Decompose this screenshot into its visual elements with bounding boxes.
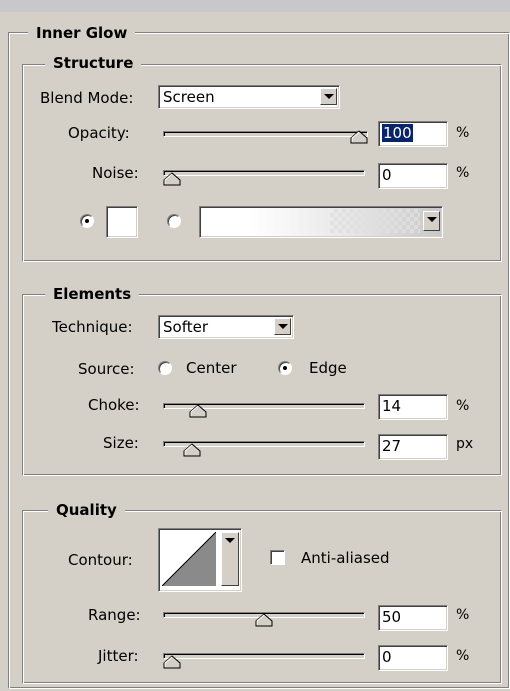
size-input[interactable]: 27 [378,434,448,460]
solid-color-radio[interactable] [80,214,94,228]
noise-slider-thumb[interactable] [163,172,181,186]
blend-mode-value: Screen [163,88,215,106]
opacity-input[interactable]: 100 [378,121,448,147]
source-edge-label[interactable]: Edge [309,359,347,377]
technique-label: Technique: [52,318,133,336]
opacity-unit: % [456,125,470,141]
jitter-slider-thumb[interactable] [163,655,181,669]
opacity-slider[interactable] [163,131,368,137]
size-unit: px [456,436,474,452]
gradient-radio[interactable] [167,214,181,228]
noise-input[interactable]: 0 [378,163,448,189]
jitter-label: Jitter: [98,647,139,665]
contour-picker[interactable] [158,528,242,592]
opacity-slider-thumb[interactable] [350,130,368,144]
blend-mode-select[interactable]: Screen [158,85,340,109]
window-top-edge [0,0,510,12]
source-center-radio[interactable] [158,361,172,375]
glow-color-swatch[interactable] [106,206,138,238]
range-value: 50 [382,608,402,626]
chevron-down-icon[interactable] [320,88,337,105]
choke-unit: % [456,398,470,414]
structure-title: Structure [45,54,142,72]
blend-mode-label: Blend Mode: [40,89,134,107]
anti-aliased-checkbox[interactable] [270,550,285,565]
opacity-label: Opacity: [68,124,130,142]
choke-value: 14 [382,397,402,415]
jitter-slider[interactable] [163,653,365,659]
chevron-down-icon[interactable] [423,211,440,231]
source-label: Source: [78,360,135,378]
size-label: Size: [103,434,139,452]
contour-preview-icon [162,532,216,586]
choke-label: Choke: [88,396,140,414]
chevron-down-icon[interactable] [221,532,239,586]
size-slider-thumb[interactable] [183,443,201,457]
range-input[interactable]: 50 [378,605,448,631]
transparency-checker [330,209,420,233]
noise-value: 0 [382,166,392,184]
technique-value: Softer [163,318,208,336]
choke-input[interactable]: 14 [378,394,448,420]
jitter-unit: % [456,648,470,664]
quality-title: Quality [48,501,125,519]
range-unit: % [456,607,470,623]
jitter-value: 0 [382,648,392,666]
anti-aliased-label[interactable]: Anti-aliased [301,549,390,567]
panel-title: Inner Glow [28,24,136,42]
technique-select[interactable]: Softer [158,315,294,339]
noise-slider[interactable] [163,170,365,176]
contour-label: Contour: [68,551,133,569]
gradient-picker[interactable] [199,206,443,238]
range-slider-thumb[interactable] [255,613,273,627]
elements-title: Elements [45,285,140,303]
choke-slider-thumb[interactable] [189,404,207,418]
chevron-down-icon[interactable] [274,318,291,335]
opacity-value: 100 [382,124,413,142]
noise-unit: % [456,165,470,181]
source-center-label[interactable]: Center [186,359,237,377]
source-edge-radio[interactable] [278,361,292,375]
size-value: 27 [382,437,402,455]
jitter-input[interactable]: 0 [378,645,448,671]
noise-label: Noise: [92,164,139,182]
range-label: Range: [88,606,141,624]
